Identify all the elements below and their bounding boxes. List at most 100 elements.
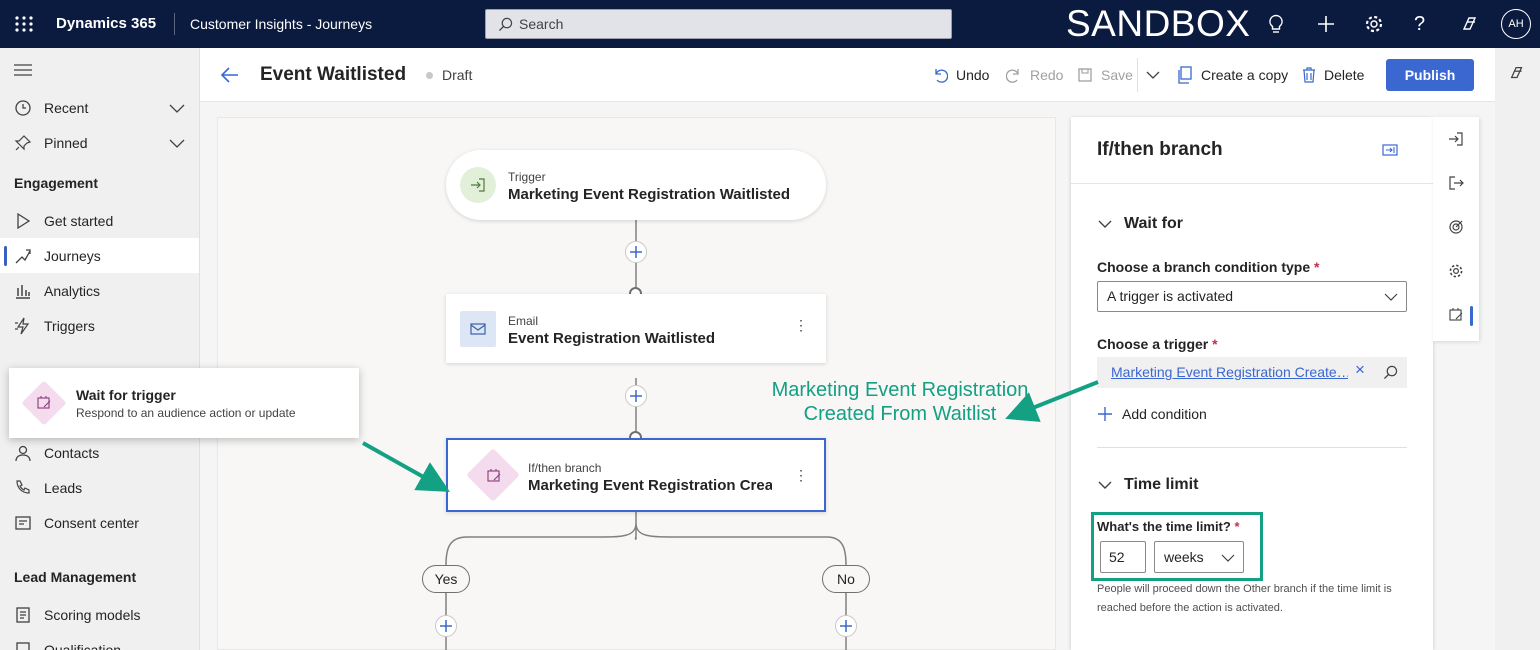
trash-icon — [1303, 67, 1315, 83]
add-icon[interactable] — [1316, 14, 1336, 34]
chevron-down-icon — [169, 104, 185, 113]
nav-section-lead-management: Lead Management — [14, 569, 137, 585]
nav-item-scoring-models[interactable]: Scoring models — [0, 597, 199, 632]
nav-item-contacts[interactable]: Contacts — [0, 435, 199, 470]
wait-for-trigger-tooltip[interactable]: Wait for trigger Respond to an audience … — [9, 368, 359, 438]
annotation-callout: Marketing Event Registration Created Fro… — [745, 378, 1055, 426]
area-name[interactable]: Customer Insights - Journeys — [190, 0, 372, 48]
nav-item-leads[interactable]: Leads — [0, 470, 199, 505]
wait-trigger-icon — [37, 396, 51, 409]
trigger-bolt-icon — [15, 317, 30, 334]
journey-icon — [15, 248, 31, 263]
copilot-icon[interactable] — [1508, 64, 1526, 82]
divider — [1071, 183, 1433, 184]
tooltip-subtitle: Respond to an audience action or update — [76, 406, 296, 420]
undo-button[interactable]: Undo — [932, 48, 989, 102]
trigger-label: Choose a trigger * — [1097, 336, 1218, 352]
condition-type-select[interactable]: A trigger is activated — [1097, 281, 1407, 312]
nav-item-triggers[interactable]: Triggers — [0, 308, 199, 343]
entry-icon[interactable] — [1448, 131, 1464, 147]
remove-trigger-icon[interactable]: × — [1355, 360, 1365, 380]
section-time-limit[interactable]: Time limit — [1124, 476, 1198, 494]
nav-label: Journeys — [44, 247, 101, 264]
branch-node[interactable]: If/then branch Marketing Event Registrat… — [446, 438, 826, 512]
goal-target-icon[interactable] — [1448, 219, 1464, 235]
chevron-down-icon[interactable] — [1098, 218, 1112, 230]
nav-label: Scoring models — [44, 606, 141, 623]
branch-edit-icon — [487, 469, 501, 482]
avatar[interactable]: AH — [1501, 9, 1531, 39]
nav-item-journeys[interactable]: Journeys — [0, 238, 199, 273]
analytics-icon — [16, 284, 30, 299]
selected-trigger-link[interactable]: Marketing Event Registration Create… — [1111, 364, 1348, 380]
branch-properties-icon[interactable] — [1448, 307, 1464, 323]
divider — [174, 13, 175, 35]
app-launcher-icon[interactable] — [14, 0, 34, 48]
pin-icon — [14, 134, 32, 150]
condition-type-label: Choose a branch condition type * — [1097, 259, 1319, 275]
hamburger-icon[interactable] — [14, 63, 32, 77]
add-step-button[interactable] — [835, 615, 857, 637]
nav-item-get-started[interactable]: Get started — [0, 203, 199, 238]
publish-button[interactable]: Publish — [1386, 59, 1474, 91]
settings-gear-icon[interactable] — [1364, 14, 1384, 34]
add-step-button[interactable] — [435, 615, 457, 637]
create-copy-button[interactable]: Create a copy — [1177, 48, 1288, 102]
nav-label: Contacts — [44, 444, 100, 461]
nav-label: Pinned — [44, 134, 88, 151]
section-wait-for[interactable]: Wait for — [1124, 215, 1183, 233]
nav-label: Get started — [44, 212, 114, 229]
node-title: Marketing Event Registration Waitlisted — [508, 186, 790, 203]
scoring-icon — [16, 606, 30, 623]
search-icon — [498, 17, 513, 32]
node-title: Marketing Event Registration Created Fro… — [528, 477, 772, 494]
nav-label: Consent center — [44, 514, 139, 531]
save-options-chevron-icon[interactable] — [1146, 68, 1160, 82]
required-marker: * — [1212, 336, 1218, 352]
redo-button[interactable]: Redo — [1006, 48, 1063, 102]
search-input[interactable]: Search — [485, 9, 952, 39]
time-limit-help-text: People will proceed down the Other branc… — [1097, 583, 1392, 614]
settings-gear-icon[interactable] — [1448, 263, 1464, 279]
nav-label: Analytics — [44, 282, 101, 299]
create-copy-label: Create a copy — [1201, 67, 1289, 83]
nav-item-analytics[interactable]: Analytics — [0, 273, 199, 308]
collapse-panel-icon[interactable] — [1382, 143, 1398, 157]
active-tab-indicator — [1470, 306, 1473, 326]
more-options-icon[interactable]: ⋮ — [794, 318, 808, 332]
nav-item-consent-center[interactable]: Consent center — [0, 505, 199, 540]
nav-item-qualification[interactable]: Qualification — [0, 632, 199, 650]
select-value: A trigger is activated — [1107, 288, 1234, 304]
delete-button[interactable]: Delete — [1302, 48, 1364, 102]
undo-icon — [935, 69, 948, 83]
add-step-button[interactable] — [625, 241, 647, 263]
save-label: Save — [1101, 67, 1133, 83]
add-step-button[interactable] — [625, 385, 647, 407]
trigger-node[interactable]: Trigger Marketing Event Registration Wai… — [446, 150, 826, 220]
add-condition-button[interactable]: Add condition — [1097, 404, 1207, 424]
email-node[interactable]: Email Event Registration Waitlisted ⋮ — [446, 294, 826, 363]
consent-icon — [15, 515, 31, 530]
copy-icon — [1178, 66, 1192, 84]
back-arrow-icon[interactable] — [220, 65, 240, 85]
lightbulb-icon[interactable] — [1267, 14, 1285, 34]
status-dot — [426, 72, 433, 79]
exit-icon[interactable] — [1448, 175, 1464, 191]
help-icon[interactable]: ? — [1414, 12, 1425, 36]
trigger-lookup-field[interactable]: Marketing Event Registration Create… × — [1097, 357, 1407, 388]
nav-item-recent[interactable]: Recent — [0, 90, 199, 125]
save-icon — [1078, 68, 1092, 82]
panel-title: If/then branch — [1097, 139, 1223, 160]
search-icon[interactable] — [1383, 365, 1398, 380]
node-title: Event Registration Waitlisted — [508, 330, 715, 347]
more-options-icon[interactable]: ⋮ — [794, 468, 808, 482]
app-name[interactable]: Dynamics 365 — [56, 0, 156, 48]
nav-item-pinned[interactable]: Pinned — [0, 125, 199, 160]
nav-section-engagement: Engagement — [14, 175, 99, 191]
nav-label: Qualification — [44, 641, 122, 650]
undo-label: Undo — [956, 67, 990, 83]
trigger-enter-icon — [460, 167, 496, 203]
copilot-icon[interactable] — [1460, 14, 1480, 34]
chevron-down-icon[interactable] — [1098, 479, 1112, 491]
save-button[interactable]: Save — [1077, 48, 1133, 102]
